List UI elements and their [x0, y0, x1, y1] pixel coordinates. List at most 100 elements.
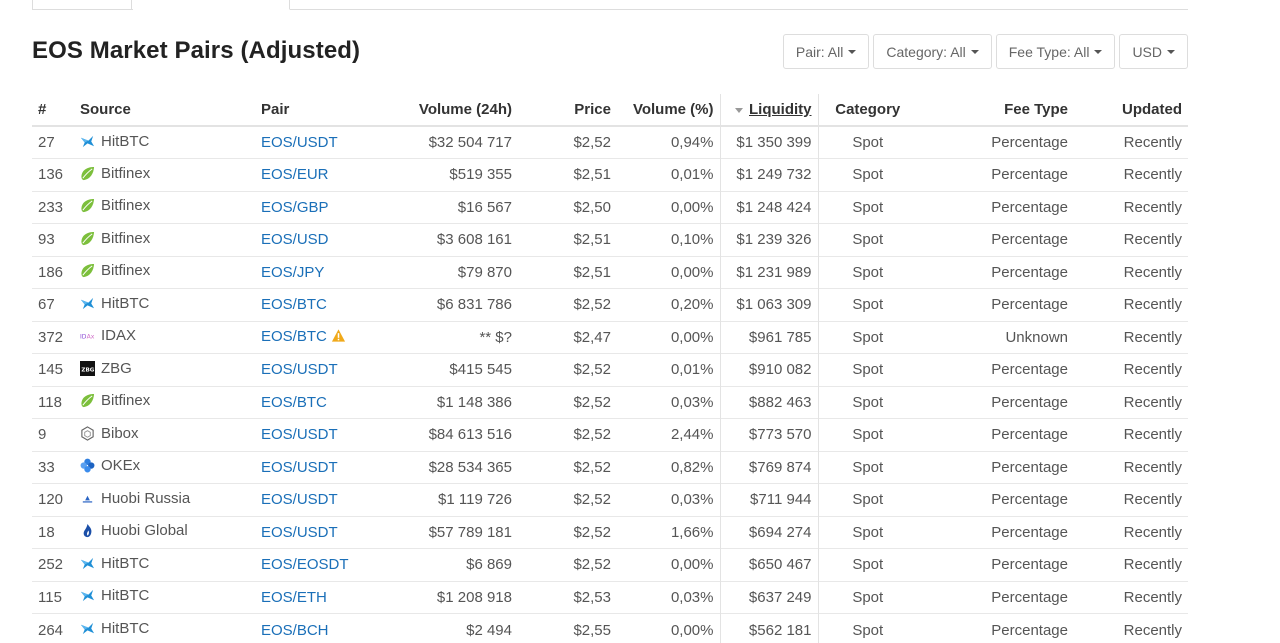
cell-updated: Recently [1074, 288, 1188, 321]
cell-source[interactable]: HitBTC [74, 613, 255, 643]
table-row[interactable]: 372 ID Ax IDAX EOS/BTC ** $? $2,47 0,00% $961 78… [32, 320, 1188, 354]
pair-link[interactable]: EOS/USDT [261, 524, 338, 541]
cell-price: $2,52 [518, 385, 617, 419]
col-header-fee-type[interactable]: Fee Type [917, 94, 1074, 127]
cell-updated: Recently [1123, 134, 1182, 151]
cell-volume-pct: 0,00% [617, 613, 720, 643]
col-header-updated[interactable]: Updated [1074, 94, 1188, 127]
col-header-source[interactable]: Source [74, 94, 255, 127]
col-header-pair[interactable]: Pair [255, 94, 372, 127]
cell-source[interactable]: HitBTC [74, 126, 255, 159]
table-row[interactable]: 233 Bitfinex EOS/GBP $16 567 $2,50 0,00% $1 24… [32, 190, 1188, 224]
pair-link[interactable]: EOS/ETH [261, 589, 327, 606]
col-header-volume[interactable]: Volume (24h) [372, 94, 518, 127]
table-row[interactable]: 118 Bitfinex EOS/BTC $1 148 386 $2,52 0,03% $8… [32, 385, 1188, 419]
cell-rank: 264 [32, 613, 74, 643]
cell-source[interactable]: Bitfinex [74, 255, 255, 289]
cell-volume: $84 613 516 [372, 418, 518, 451]
cell-source[interactable]: Bitfinex [74, 190, 255, 224]
cell-liquidity: $910 082 [719, 353, 819, 386]
cell-category: Spot [818, 190, 917, 224]
table-row[interactable]: 115 HitBTC EOS/ETH $1 208 918 $2,53 0,03% $637… [32, 580, 1188, 614]
cell-source[interactable]: Bitfinex [74, 385, 255, 419]
top-tab-2-active[interactable] [133, 0, 290, 10]
cell-category: Spot [818, 515, 917, 549]
pair-filter-label: Pair: All [795, 43, 844, 60]
cell-source[interactable]: ID Ax IDAX [74, 320, 255, 354]
cell-liquidity: $711 944 [719, 483, 819, 516]
cell-source[interactable]: Huobi Russia [74, 483, 255, 516]
col-header-liquidity[interactable]: Liquidity [719, 94, 819, 127]
cell-volume-pct: 0,00% [617, 190, 720, 224]
table-row[interactable]: 252 HitBTC EOS/EOSDT $6 869 $2,52 0,00% $650 4… [32, 548, 1188, 581]
table-row[interactable]: 93 Bitfinex EOS/USD $3 608 161 $2,51 0,10% $1 … [32, 223, 1188, 256]
cell-liquidity: $961 785 [719, 320, 819, 354]
pair-link[interactable]: EOS/EUR [261, 166, 329, 183]
cell-source[interactable]: Bibox [74, 418, 255, 451]
cell-source-label: Huobi Russia [101, 489, 191, 507]
pair-link[interactable]: EOS/BTC [261, 328, 327, 345]
pair-link[interactable]: EOS/USD [261, 231, 329, 248]
cell-category: Spot [818, 580, 917, 614]
cell-category: Spot [852, 134, 884, 151]
table-row[interactable]: 264 HitBTC EOS/BCH $2 494 $2,55 0,00% $562 181… [32, 613, 1188, 643]
table-row[interactable]: 27 HitBTC EOS/USDT $32 504 717 $2,52 0,94% $1 … [32, 126, 1188, 159]
cell-liquidity: $1 239 326 [719, 223, 819, 256]
cell-source[interactable]: HitBTC [74, 580, 255, 614]
cell-source[interactable]: ZBG ZBG [74, 353, 255, 386]
table-row[interactable]: 120 Huobi Russia EOS/USDT $1 119 726 $2,52 0,… [32, 483, 1188, 516]
pair-link[interactable]: EOS/USDT [261, 459, 338, 476]
pair-link[interactable]: EOS/USDT [261, 361, 338, 378]
cell-source[interactable]: Bitfinex [74, 158, 255, 191]
category-filter-dropdown[interactable]: Category: All [873, 34, 992, 69]
pair-link[interactable]: EOS/EOSDT [261, 556, 349, 573]
cell-price: $2,51 [518, 223, 617, 256]
cell-volume: $415 545 [372, 353, 518, 386]
cell-source-label: OKEx [101, 457, 141, 475]
pair-link[interactable]: EOS/BTC [261, 296, 327, 313]
col-header-category[interactable]: Category [818, 94, 917, 127]
table-row[interactable]: 33 OKEx EOS/USDT $28 534 365 $2,52 0,82% $769 … [32, 450, 1188, 484]
cell-pair: EOS/ETH [255, 580, 372, 614]
table-row[interactable]: 9 Bibox EOS/USDT $84 613 516 $2,52 2,44% $773 … [32, 418, 1188, 451]
cell-rank: 186 [32, 255, 74, 289]
cell-volume: $1 119 726 [372, 483, 518, 516]
pair-link[interactable]: EOS/USDT [261, 426, 338, 443]
currency-label: USD [1132, 43, 1162, 60]
cell-rank: 120 [32, 483, 74, 516]
pair-link[interactable]: EOS/JPY [261, 264, 324, 281]
cell-source-label: HitBTC [101, 294, 150, 312]
cell-source[interactable]: HitBTC [74, 548, 255, 581]
table-row[interactable]: 136 Bitfinex EOS/EUR $519 355 $2,51 0,01% $1 2… [32, 158, 1188, 191]
warning-icon[interactable] [331, 328, 346, 347]
currency-dropdown[interactable]: USD [1119, 34, 1188, 69]
fee-type-filter-dropdown[interactable]: Fee Type: All [995, 34, 1116, 69]
zbg-icon: ZBG [80, 360, 95, 376]
cell-liquidity: $694 274 [719, 515, 819, 549]
cell-category: Spot [818, 613, 917, 643]
col-header-price[interactable]: Price [518, 94, 617, 127]
cell-fee-type: Percentage [917, 418, 1074, 451]
pair-link[interactable]: EOS/USDT [261, 134, 338, 151]
cell-updated: Recently [1074, 548, 1188, 581]
pair-link[interactable]: EOS/USDT [261, 491, 338, 508]
table-row[interactable]: 67 HitBTC EOS/BTC $6 831 786 $2,52 0,20% $1 06… [32, 288, 1188, 321]
cell-fee-type: Percentage [991, 134, 1068, 151]
cell-source[interactable]: HitBTC [74, 288, 255, 321]
pair-link[interactable]: EOS/GBP [261, 199, 329, 216]
cell-source-label: ZBG [101, 359, 132, 377]
table-row[interactable]: 18 Huobi Global EOS/USDT $57 789 181 $2,52 1,… [32, 515, 1188, 549]
col-header-volume-pct[interactable]: Volume (%) [617, 94, 720, 127]
top-tab-1[interactable] [32, 0, 132, 10]
pair-filter-dropdown[interactable]: Pair: All [782, 34, 870, 69]
table-row[interactable]: 186 Bitfinex EOS/JPY $79 870 $2,51 0,00% $1 23… [32, 255, 1188, 289]
cell-source[interactable]: OKEx [74, 450, 255, 484]
pair-link[interactable]: EOS/BTC [261, 394, 327, 411]
col-header-rank[interactable]: # [32, 94, 74, 127]
hitbtc-icon [80, 296, 95, 311]
pair-link[interactable]: EOS/BCH [261, 622, 329, 639]
cell-source[interactable]: Huobi Global [74, 515, 255, 549]
table-row[interactable]: 145 ZBG ZBG EOS/USDT $415 545 $2,52 0,01% $910 … [32, 353, 1188, 386]
huobi-russia-icon [80, 491, 95, 506]
cell-source[interactable]: Bitfinex [74, 223, 255, 256]
